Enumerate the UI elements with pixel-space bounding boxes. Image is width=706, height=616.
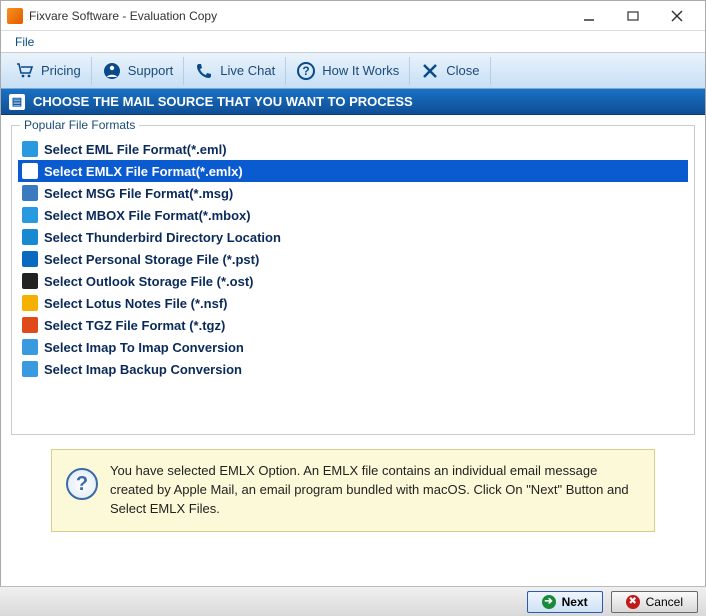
toolbar-label: How It Works [322, 63, 399, 78]
next-label: Next [562, 595, 588, 609]
format-item[interactable]: Select Imap To Imap Conversion [18, 336, 688, 358]
format-label: Select Thunderbird Directory Location [44, 230, 281, 245]
menu-file[interactable]: File [7, 33, 42, 51]
format-item[interactable]: Select Lotus Notes File (*.nsf) [18, 292, 688, 314]
format-icon [22, 273, 38, 289]
phone-icon [194, 61, 214, 81]
format-item[interactable]: Select Thunderbird Directory Location [18, 226, 688, 248]
cancel-icon: ✖ [626, 595, 640, 609]
close-icon [671, 10, 683, 22]
toolbar-label: Pricing [41, 63, 81, 78]
toolbar-label: Live Chat [220, 63, 275, 78]
format-icon [22, 317, 38, 333]
format-label: Select Imap Backup Conversion [44, 362, 242, 377]
formats-list: Select EML File Format(*.eml) Select EMLX… [18, 138, 688, 380]
format-label: Select Personal Storage File (*.pst) [44, 252, 259, 267]
toolbar-label: Support [128, 63, 174, 78]
format-label: Select Outlook Storage File (*.ost) [44, 274, 253, 289]
window-title: Fixvare Software - Evaluation Copy [29, 9, 567, 23]
format-icon [22, 339, 38, 355]
format-icon [22, 141, 38, 157]
toolbar-livechat[interactable]: Live Chat [184, 57, 286, 85]
support-icon [102, 61, 122, 81]
menubar: File [1, 31, 705, 53]
formats-group: Popular File Formats Select EML File For… [11, 125, 695, 435]
format-icon [22, 251, 38, 267]
format-label: Select TGZ File Format (*.tgz) [44, 318, 225, 333]
format-label: Select EML File Format(*.eml) [44, 142, 227, 157]
next-button[interactable]: ➔ Next [527, 591, 603, 613]
format-label: Select MSG File Format(*.msg) [44, 186, 233, 201]
format-label: Select MBOX File Format(*.mbox) [44, 208, 251, 223]
format-label: Select Imap To Imap Conversion [44, 340, 244, 355]
format-item[interactable]: Select Personal Storage File (*.pst) [18, 248, 688, 270]
titlebar: Fixvare Software - Evaluation Copy [1, 1, 705, 31]
toolbar-label: Close [446, 63, 479, 78]
app-icon [7, 8, 23, 24]
svg-text:?: ? [303, 64, 310, 78]
minimize-button[interactable] [567, 2, 611, 30]
format-icon [22, 229, 38, 245]
cancel-label: Cancel [646, 595, 683, 609]
format-item[interactable]: Select MSG File Format(*.msg) [18, 182, 688, 204]
section-title: CHOOSE THE MAIL SOURCE THAT YOU WANT TO … [33, 94, 413, 109]
maximize-icon [627, 10, 639, 22]
format-label: Select Lotus Notes File (*.nsf) [44, 296, 227, 311]
toolbar: Pricing Support Live Chat ? How It Works… [1, 53, 705, 89]
group-label: Popular File Formats [20, 118, 139, 132]
maximize-button[interactable] [611, 2, 655, 30]
section-header: ▤ CHOOSE THE MAIL SOURCE THAT YOU WANT T… [1, 89, 705, 115]
toolbar-close[interactable]: Close [410, 57, 490, 85]
format-item[interactable]: Select TGZ File Format (*.tgz) [18, 314, 688, 336]
format-label: Select EMLX File Format(*.emlx) [44, 164, 243, 179]
document-icon: ▤ [9, 94, 25, 110]
cancel-button[interactable]: ✖ Cancel [611, 591, 698, 613]
info-message: You have selected EMLX Option. An EMLX f… [110, 462, 640, 519]
format-item[interactable]: Select MBOX File Format(*.mbox) [18, 204, 688, 226]
next-icon: ➔ [542, 595, 556, 609]
question-icon: ? [296, 61, 316, 81]
content-area: Popular File Formats Select EML File For… [1, 115, 705, 548]
x-icon [420, 61, 440, 81]
format-item[interactable]: Select EML File Format(*.eml) [18, 138, 688, 160]
format-icon [22, 163, 38, 179]
format-icon [22, 361, 38, 377]
format-item[interactable]: Select Outlook Storage File (*.ost) [18, 270, 688, 292]
close-window-button[interactable] [655, 2, 699, 30]
info-box: ? You have selected EMLX Option. An EMLX… [51, 449, 655, 532]
minimize-icon [583, 10, 595, 22]
format-icon [22, 207, 38, 223]
footer-bar: ➔ Next ✖ Cancel [0, 586, 706, 616]
format-icon [22, 295, 38, 311]
cart-icon [15, 61, 35, 81]
toolbar-howitworks[interactable]: ? How It Works [286, 57, 410, 85]
toolbar-pricing[interactable]: Pricing [5, 57, 92, 85]
format-icon [22, 185, 38, 201]
help-icon: ? [66, 468, 98, 500]
format-item[interactable]: Select Imap Backup Conversion [18, 358, 688, 380]
toolbar-support[interactable]: Support [92, 57, 185, 85]
format-item[interactable]: Select EMLX File Format(*.emlx) [18, 160, 688, 182]
